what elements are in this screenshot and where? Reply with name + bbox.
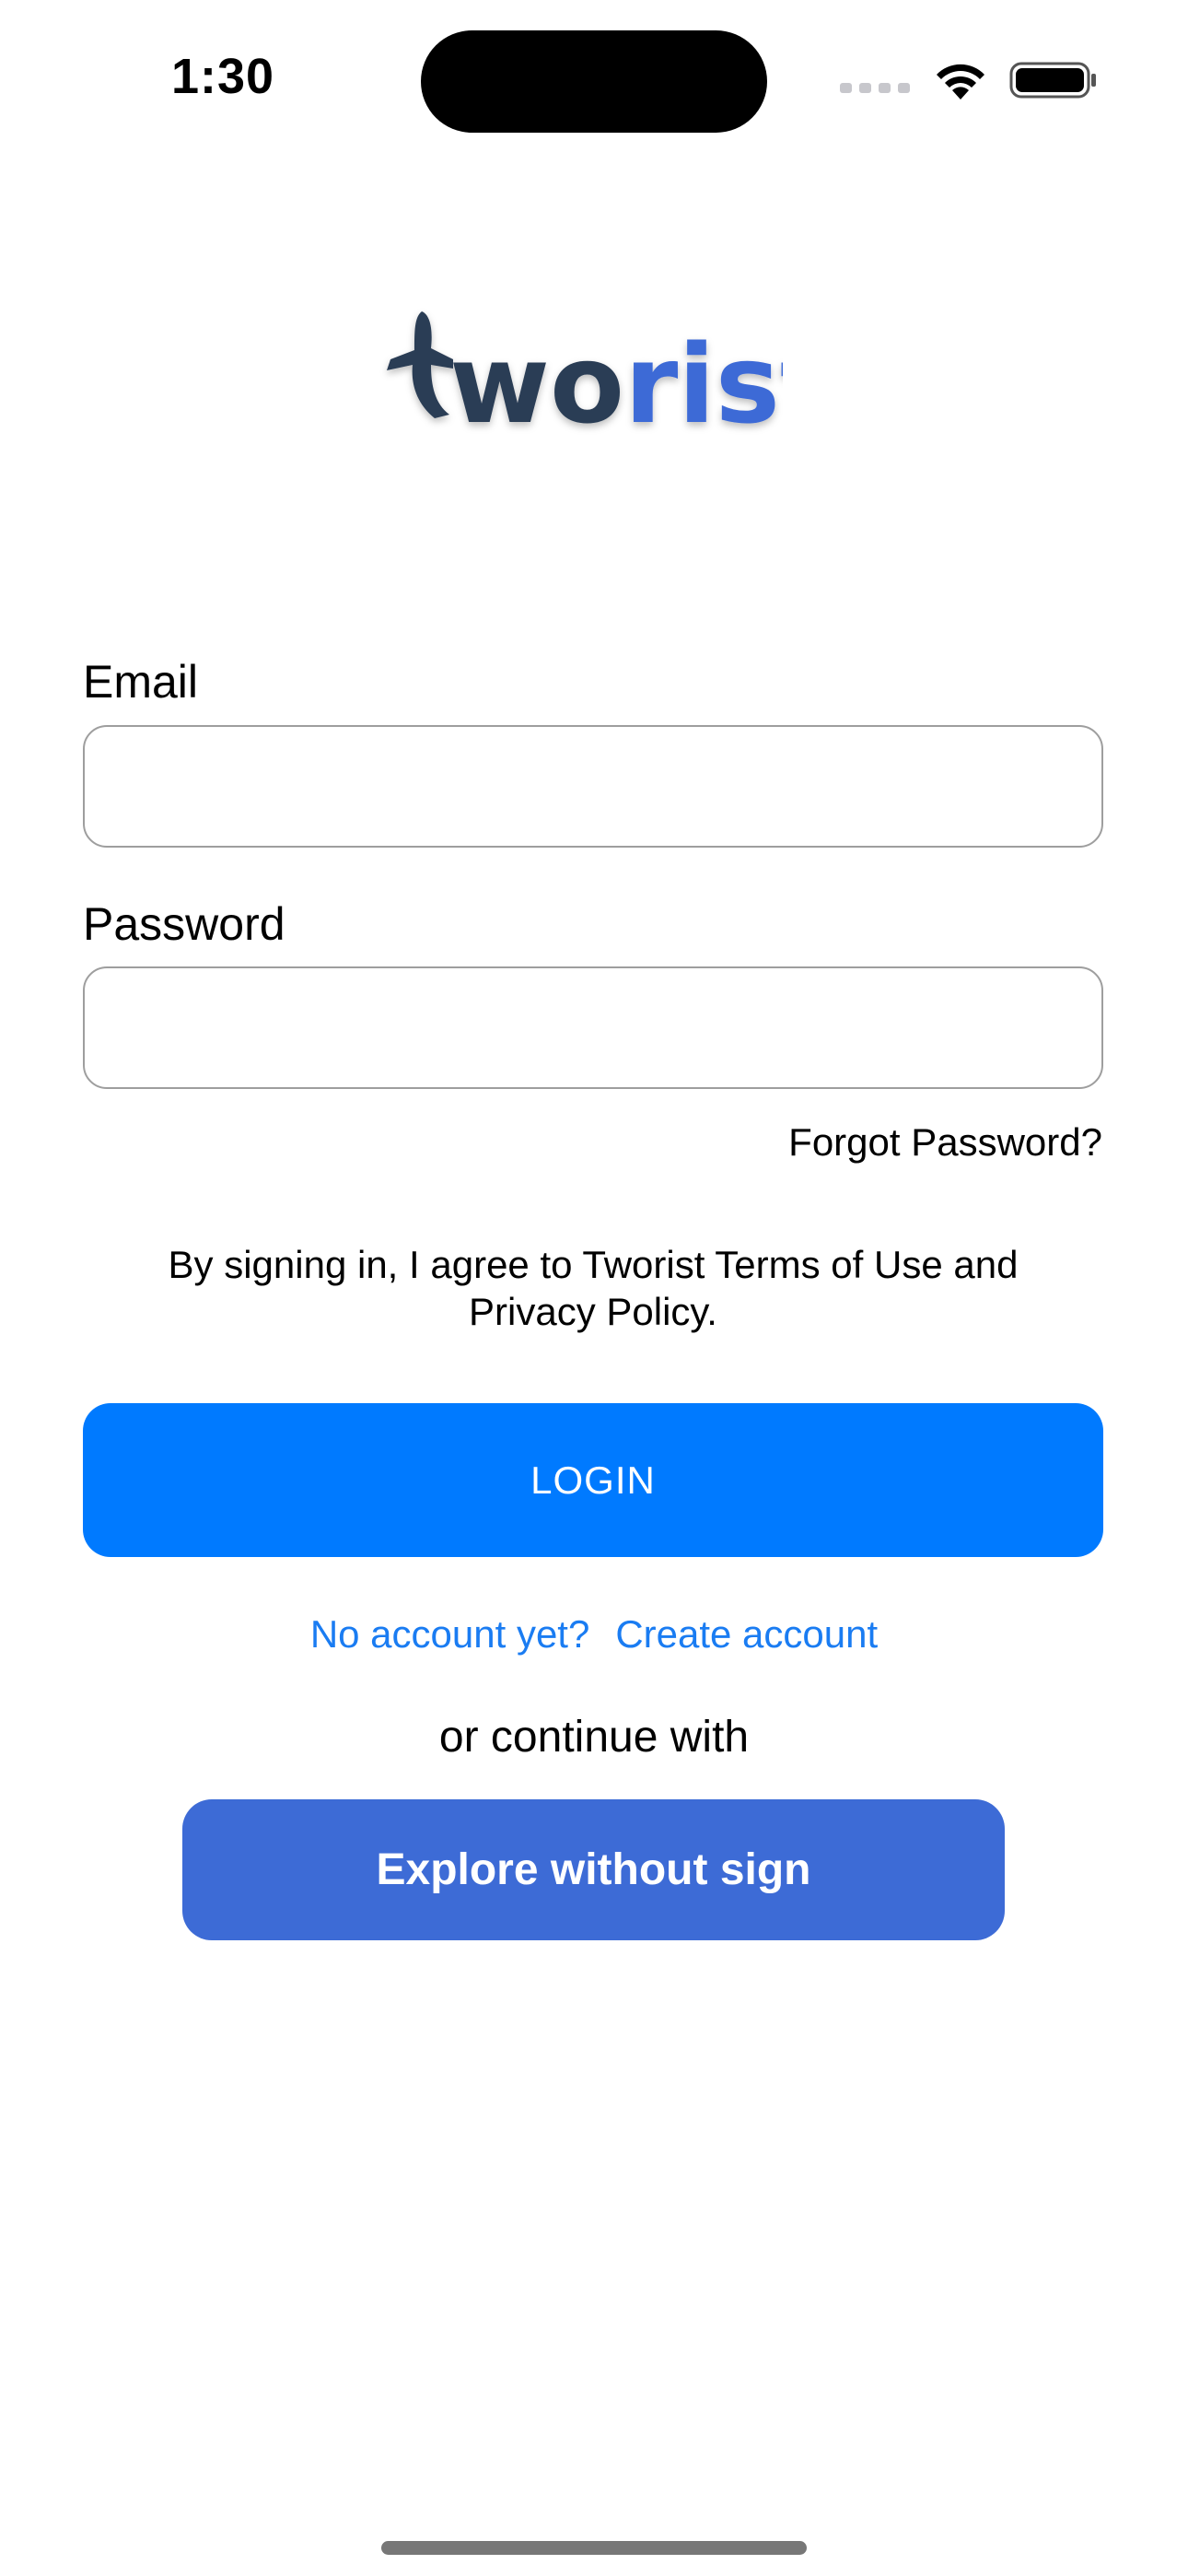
terms-line-1: By signing in, I agree to Tworist Terms … xyxy=(168,1243,1019,1286)
account-row: No account yet? Create account xyxy=(0,1612,1188,1657)
home-indicator xyxy=(381,2541,807,2555)
forgot-password-link[interactable]: Forgot Password? xyxy=(788,1120,1102,1165)
wifi-icon xyxy=(937,64,984,100)
continue-with-text: or continue with xyxy=(438,1713,750,1762)
logo-text-dark: worist xyxy=(449,321,783,442)
terms-line-2: Privacy Policy. xyxy=(469,1290,717,1333)
status-time: 1:30 xyxy=(171,49,275,104)
password-label: Password xyxy=(83,898,285,950)
status-icons xyxy=(840,57,1098,103)
email-label: Email xyxy=(83,656,199,708)
password-input[interactable] xyxy=(83,966,1103,1089)
email-input[interactable] xyxy=(83,725,1103,848)
battery-icon xyxy=(1009,62,1096,99)
dynamic-island xyxy=(421,30,767,133)
cellular-signal-icon xyxy=(840,82,910,93)
explore-without-sign-button[interactable]: Explore without sign xyxy=(182,1799,1005,1940)
login-button[interactable]: LOGIN xyxy=(83,1403,1103,1557)
logo-text-dark-span: wo xyxy=(449,321,624,442)
create-account-link[interactable]: Create account xyxy=(615,1612,878,1657)
airplane-icon xyxy=(387,311,453,418)
no-account-link[interactable]: No account yet? xyxy=(310,1612,590,1657)
tworist-logo: worist rist xyxy=(387,311,783,442)
logo-text-blue-span: rist xyxy=(624,321,783,442)
terms-text: By signing in, I agree to Tworist Terms … xyxy=(83,1241,1103,1335)
